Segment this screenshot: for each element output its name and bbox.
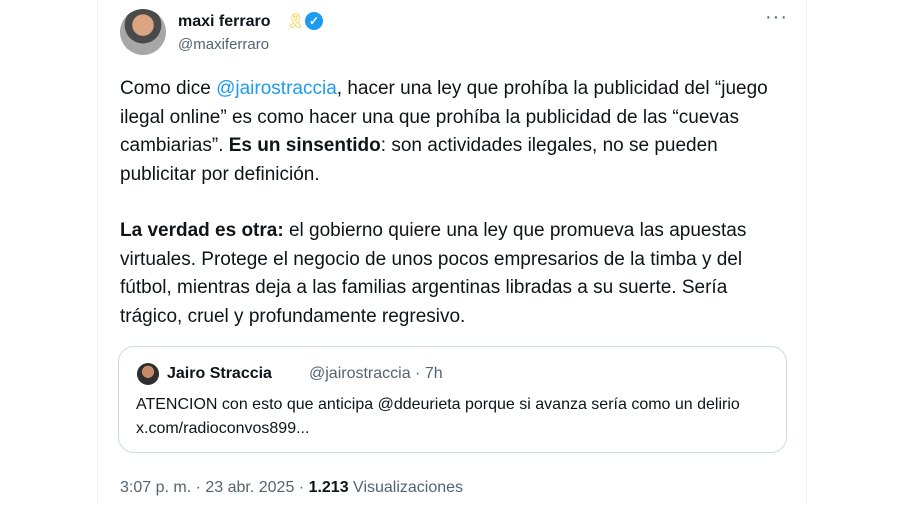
verified-badge-icon[interactable]: ✓ <box>305 12 323 30</box>
views-count: 1.213 <box>308 479 349 496</box>
tweet-time[interactable]: 3:07 p. m. <box>120 479 191 496</box>
author-avatar[interactable] <box>120 9 166 55</box>
quoted-author-name[interactable]: Jairo Straccia <box>167 365 272 383</box>
author-name[interactable]: maxi ferraro <box>178 13 271 31</box>
quoted-tweet[interactable]: Jairo Straccia @jairostraccia · 7h ATENC… <box>118 346 787 453</box>
yellow-ribbon-icon: 🎗 <box>286 13 306 30</box>
views-label: Visualizaciones <box>348 479 464 496</box>
tweet-paragraph-2: La verdad es otra: el gobierno quiere un… <box>120 217 790 331</box>
quoted-handle-time: @jairostraccia · 7h <box>309 365 443 382</box>
author-handle[interactable]: @maxiferraro <box>178 36 269 53</box>
separator: · <box>294 479 309 496</box>
tweet-text: Como dice @jairostraccia, hacer una ley … <box>120 75 790 331</box>
mention-link[interactable]: @jairostraccia <box>216 78 337 99</box>
tweet-metadata: 3:07 p. m. · 23 abr. 2025 · 1.213 Visual… <box>120 479 463 497</box>
tweet-card: maxi ferraro 🎗 ✓ @maxiferraro ··· Como d… <box>97 0 807 505</box>
more-options-icon[interactable]: ··· <box>765 6 788 29</box>
tweet-paragraph-1: Como dice @jairostraccia, hacer una ley … <box>120 75 790 189</box>
bold-text: La verdad es otra: <box>120 220 284 241</box>
quoted-author-avatar[interactable] <box>137 363 159 385</box>
bold-text: Es un sinsentido <box>228 135 381 156</box>
separator: · <box>191 479 206 496</box>
text-segment: Como dice <box>120 78 217 99</box>
tweet-date[interactable]: 23 abr. 2025 <box>205 479 294 496</box>
quoted-tweet-text: ATENCION con esto que anticipa @ddeuriet… <box>136 396 740 437</box>
